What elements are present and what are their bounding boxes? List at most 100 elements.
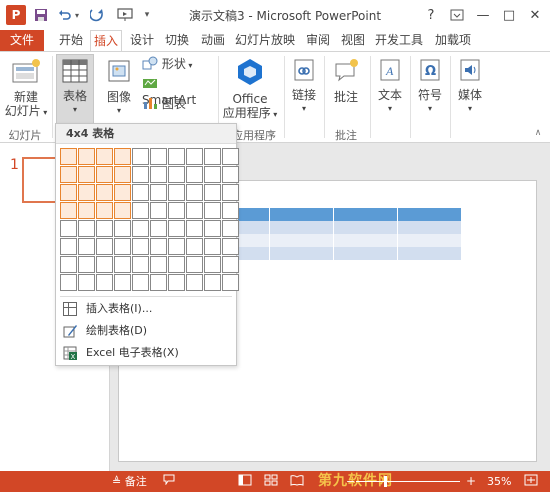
table-grid-cell[interactable] <box>114 238 131 255</box>
table-grid-cell[interactable] <box>60 238 77 255</box>
table-grid-cell[interactable] <box>222 274 239 291</box>
minimize-button[interactable]: — <box>472 4 494 26</box>
text-button[interactable]: A 文本 ▾ <box>374 58 406 116</box>
chart-button[interactable]: 图表 <box>142 96 202 113</box>
table-grid-cell[interactable] <box>222 238 239 255</box>
table-grid-cell[interactable] <box>168 256 185 273</box>
table-grid-cell[interactable] <box>150 256 167 273</box>
table-grid-cell[interactable] <box>186 148 203 165</box>
tab-design[interactable]: 设计 <box>127 30 157 51</box>
comment-button[interactable]: 批注 <box>328 58 364 104</box>
table-grid-cell[interactable] <box>186 166 203 183</box>
excel-spreadsheet-menu-item[interactable]: X Excel 电子表格(X) <box>60 343 232 363</box>
tab-file[interactable]: 文件 <box>0 30 44 51</box>
tab-developer[interactable]: 开发工具 <box>372 30 426 51</box>
table-grid-cell[interactable] <box>150 184 167 201</box>
table-grid-cell[interactable] <box>204 220 221 237</box>
table-grid-cell[interactable] <box>168 148 185 165</box>
zoom-level[interactable]: 35% <box>487 474 511 489</box>
tab-insert[interactable]: 插入 <box>90 30 122 51</box>
reading-view-icon[interactable] <box>290 474 304 489</box>
table-grid-cell[interactable] <box>204 274 221 291</box>
table-grid-cell[interactable] <box>78 148 95 165</box>
table-grid-cell[interactable] <box>150 166 167 183</box>
table-grid-cell[interactable] <box>168 220 185 237</box>
zoom-slider-thumb[interactable] <box>384 476 387 487</box>
tab-slide-show[interactable]: 幻灯片放映 <box>233 30 297 51</box>
tab-animations[interactable]: 动画 <box>198 30 228 51</box>
table-grid-cell[interactable] <box>114 202 131 219</box>
notes-button[interactable]: ≜ 备注 <box>112 474 147 489</box>
table-grid-cell[interactable] <box>150 238 167 255</box>
powerpoint-app-icon[interactable]: P <box>6 5 26 25</box>
table-grid-cell[interactable] <box>114 256 131 273</box>
table-grid-cell[interactable] <box>60 148 77 165</box>
table-grid-cell[interactable] <box>96 220 113 237</box>
redo-icon[interactable] <box>88 6 106 24</box>
table-grid-cell[interactable] <box>150 274 167 291</box>
table-grid-cell[interactable] <box>60 256 77 273</box>
tab-view[interactable]: 视图 <box>338 30 368 51</box>
table-grid-cell[interactable] <box>204 202 221 219</box>
normal-view-icon[interactable] <box>238 474 252 489</box>
customize-quick-access-icon[interactable]: ▾ <box>138 6 156 24</box>
table-grid-cell[interactable] <box>96 166 113 183</box>
table-grid-cell[interactable] <box>78 238 95 255</box>
table-grid-cell[interactable] <box>150 220 167 237</box>
table-grid-cell[interactable] <box>222 166 239 183</box>
table-size-grid[interactable] <box>60 148 239 291</box>
help-button[interactable]: ? <box>420 4 442 26</box>
table-grid-cell[interactable] <box>222 220 239 237</box>
tab-transitions[interactable]: 切换 <box>162 30 192 51</box>
image-button[interactable]: 图像 ▾ <box>100 58 138 118</box>
table-grid-cell[interactable] <box>78 202 95 219</box>
table-grid-cell[interactable] <box>96 202 113 219</box>
table-grid-cell[interactable] <box>96 148 113 165</box>
shapes-button[interactable]: 形状 ▾ <box>142 56 212 73</box>
table-grid-cell[interactable] <box>186 220 203 237</box>
table-grid-cell[interactable] <box>132 148 149 165</box>
slide-sorter-icon[interactable] <box>264 474 278 489</box>
table-grid-cell[interactable] <box>132 166 149 183</box>
table-grid-cell[interactable] <box>78 166 95 183</box>
table-grid-cell[interactable] <box>204 238 221 255</box>
close-button[interactable]: ✕ <box>524 4 546 26</box>
symbol-button[interactable]: Ω 符号 ▾ <box>414 58 446 116</box>
tab-review[interactable]: 审阅 <box>303 30 333 51</box>
table-grid-cell[interactable] <box>78 184 95 201</box>
fit-to-window-icon[interactable] <box>524 474 538 489</box>
table-grid-cell[interactable] <box>114 166 131 183</box>
tab-home[interactable]: 开始 <box>56 30 86 51</box>
table-grid-cell[interactable] <box>186 202 203 219</box>
table-grid-cell[interactable] <box>132 238 149 255</box>
comments-button[interactable] <box>163 474 175 489</box>
tab-addins[interactable]: 加载项 <box>431 30 475 51</box>
table-grid-cell[interactable] <box>114 184 131 201</box>
table-grid-cell[interactable] <box>132 274 149 291</box>
table-grid-cell[interactable] <box>168 184 185 201</box>
table-grid-cell[interactable] <box>222 256 239 273</box>
table-grid-cell[interactable] <box>168 274 185 291</box>
table-grid-cell[interactable] <box>60 184 77 201</box>
table-grid-cell[interactable] <box>168 166 185 183</box>
table-grid-cell[interactable] <box>222 148 239 165</box>
table-grid-cell[interactable] <box>168 238 185 255</box>
ribbon-display-options-icon[interactable] <box>446 4 468 26</box>
collapse-ribbon-icon[interactable]: ∧ <box>532 126 544 140</box>
table-grid-cell[interactable] <box>60 202 77 219</box>
new-slide-button[interactable]: 新建 幻灯片 ▾ <box>4 58 48 120</box>
table-grid-cell[interactable] <box>204 166 221 183</box>
table-grid-cell[interactable] <box>132 184 149 201</box>
table-grid-cell[interactable] <box>150 202 167 219</box>
table-grid-cell[interactable] <box>78 256 95 273</box>
table-grid-cell[interactable] <box>186 256 203 273</box>
zoom-in-icon[interactable]: + <box>466 474 476 489</box>
presentation-start-icon[interactable] <box>116 6 134 24</box>
table-grid-cell[interactable] <box>96 274 113 291</box>
table-grid-cell[interactable] <box>132 256 149 273</box>
maximize-button[interactable]: □ <box>498 4 520 26</box>
zoom-slider[interactable] <box>356 481 460 482</box>
table-grid-cell[interactable] <box>60 274 77 291</box>
table-grid-cell[interactable] <box>186 238 203 255</box>
table-grid-cell[interactable] <box>132 202 149 219</box>
